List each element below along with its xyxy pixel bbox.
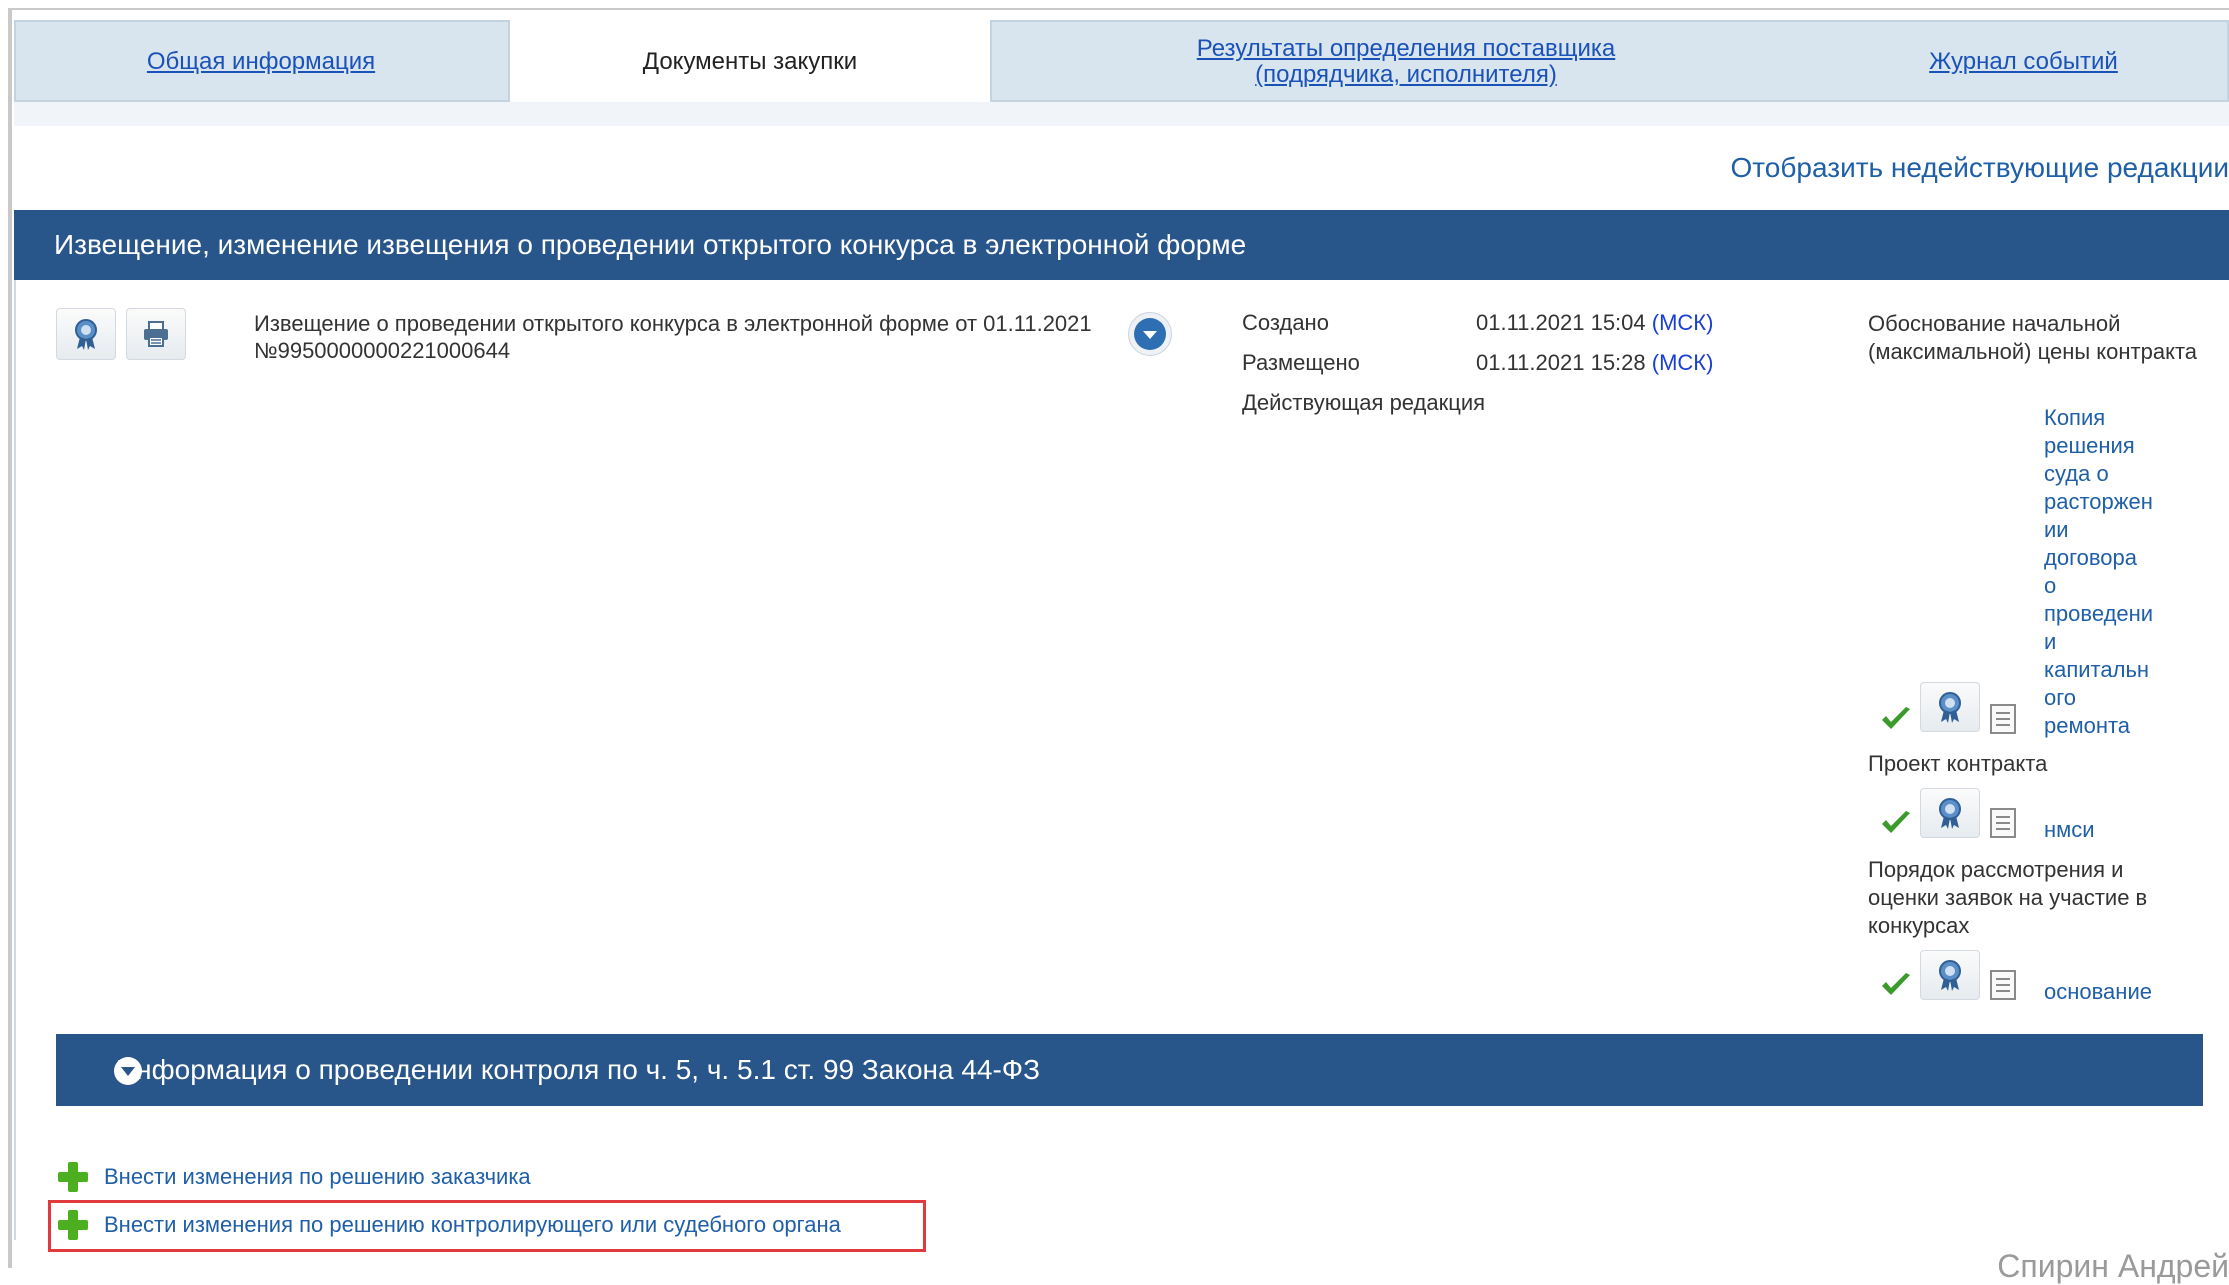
document-icon[interactable] bbox=[1990, 970, 2016, 1000]
chevron-down-icon[interactable] bbox=[114, 1057, 142, 1085]
link-line: капитальн bbox=[2044, 656, 2214, 684]
signature-button[interactable] bbox=[1920, 950, 1980, 1000]
certificate-icon bbox=[1935, 796, 1965, 830]
link-line: договора bbox=[2044, 544, 2214, 572]
document-link[interactable]: основание bbox=[2044, 978, 2152, 1006]
signature-button[interactable] bbox=[56, 308, 116, 360]
certificate-icon bbox=[1935, 958, 1965, 992]
certificate-icon bbox=[1935, 690, 1965, 724]
timezone-link[interactable]: (МСК) bbox=[1652, 350, 1714, 375]
created-label: Создано bbox=[1242, 310, 1329, 336]
tab-procurement-docs[interactable]: Документы закупки bbox=[508, 20, 992, 104]
link-line: ремонта bbox=[2044, 712, 2214, 740]
link-line: основание bbox=[2044, 978, 2152, 1006]
link-line: проведени bbox=[2044, 600, 2214, 628]
placed-value: 01.11.2021 15:28 bbox=[1476, 350, 1646, 375]
tab-underlay bbox=[14, 102, 2229, 126]
document-title: Обоснование начальной (максимальной) цен… bbox=[1868, 310, 2198, 366]
watermark: Спирин Андрей bbox=[1997, 1248, 2229, 1285]
tab-general-info[interactable]: Общая информация bbox=[16, 22, 506, 102]
created-value: 01.11.2021 15:04 bbox=[1476, 310, 1646, 335]
chevron-down-glyph bbox=[114, 1057, 142, 1085]
link-line: расторжен bbox=[2044, 488, 2214, 516]
document-title: Порядок рассмотрения и оценки заявок на … bbox=[1868, 856, 2198, 940]
chevron-down-icon bbox=[1132, 316, 1168, 352]
link-line: ого bbox=[2044, 684, 2214, 712]
tab-event-log[interactable]: Журнал событий bbox=[1816, 22, 2229, 102]
link-line: ии bbox=[2044, 516, 2214, 544]
checkmark-icon bbox=[1880, 706, 1912, 732]
panel-header: Извещение, изменение извещения о проведе… bbox=[14, 210, 2229, 280]
signature-button[interactable] bbox=[1920, 788, 1980, 838]
placed-datetime: 01.11.2021 15:28 (МСК) bbox=[1476, 350, 1713, 376]
print-icon bbox=[141, 319, 171, 349]
tab-label-line1: Результаты определения поставщика bbox=[1197, 36, 1616, 62]
tab-supplier-results[interactable]: Результаты определения поставщика (подря… bbox=[996, 22, 1816, 102]
link-line: нмси bbox=[2044, 816, 2095, 844]
tab-bar: Общая информация Документы закупки Резул… bbox=[14, 20, 2229, 102]
placed-label: Размещено bbox=[1242, 350, 1360, 376]
link-line: о bbox=[2044, 572, 2214, 600]
highlight-box bbox=[48, 1200, 926, 1252]
checkmark-icon bbox=[1880, 810, 1912, 836]
control-section-title: Информация о проведении контроля по ч. 5… bbox=[116, 1054, 1040, 1086]
plus-icon bbox=[56, 1160, 90, 1194]
notice-description: Извещение о проведении открытого конкурс… bbox=[254, 310, 1104, 364]
certificate-icon bbox=[71, 317, 101, 351]
checkmark-icon bbox=[1880, 972, 1912, 998]
tab-label-line2: (подрядчика, исполнителя) bbox=[1255, 62, 1557, 88]
document-link[interactable]: нмси bbox=[2044, 816, 2095, 844]
expand-notice-button[interactable] bbox=[1128, 312, 1172, 356]
signature-button[interactable] bbox=[1920, 682, 1980, 732]
print-button[interactable] bbox=[126, 308, 186, 360]
link-line: суда о bbox=[2044, 460, 2214, 488]
link-line: Копия bbox=[2044, 404, 2214, 432]
link-line: решения bbox=[2044, 432, 2214, 460]
tab-label: Общая информация bbox=[147, 48, 375, 76]
show-inactive-versions-link[interactable]: Отобразить недействующие редакции bbox=[1731, 152, 2229, 184]
action-label: Внести изменения по решению заказчика bbox=[104, 1164, 531, 1190]
timezone-link[interactable]: (МСК) bbox=[1652, 310, 1714, 335]
document-link[interactable]: Копия решения суда о расторжен ии догово… bbox=[2044, 404, 2214, 740]
tab-label: Документы закупки bbox=[643, 48, 857, 76]
panel-title: Извещение, изменение извещения о проведе… bbox=[54, 229, 1246, 261]
document-icon[interactable] bbox=[1990, 808, 2016, 838]
document-icon[interactable] bbox=[1990, 704, 2016, 734]
created-datetime: 01.11.2021 15:04 (МСК) bbox=[1476, 310, 1713, 336]
control-section-header[interactable]: Информация о проведении контроля по ч. 5… bbox=[56, 1034, 2203, 1106]
document-title: Проект контракта bbox=[1868, 750, 2198, 778]
status-text: Действующая редакция bbox=[1242, 390, 1485, 416]
edit-by-customer-link[interactable]: Внести изменения по решению заказчика bbox=[56, 1160, 531, 1194]
link-line: и bbox=[2044, 628, 2214, 656]
tab-label: Журнал событий bbox=[1929, 48, 2118, 76]
